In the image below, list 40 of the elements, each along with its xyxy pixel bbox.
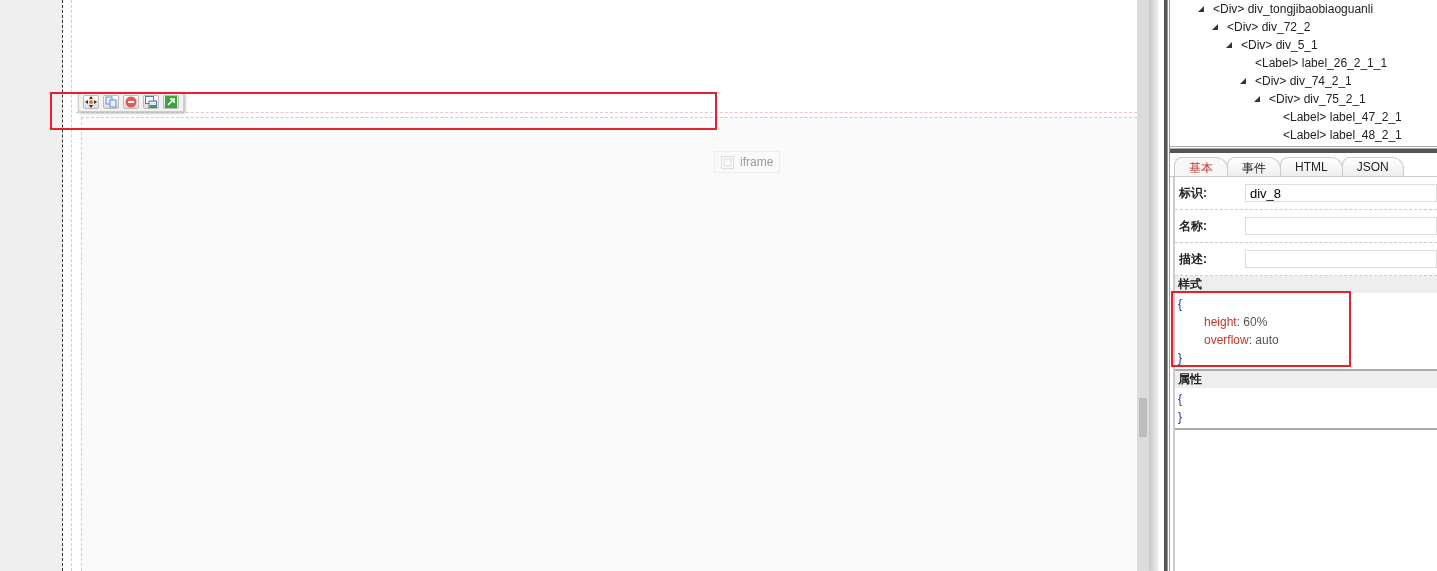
expand-icon[interactable] bbox=[1240, 78, 1246, 84]
code-brace: } bbox=[1178, 409, 1182, 426]
tab[interactable]: JSON bbox=[1341, 157, 1404, 176]
field-label: 标识: bbox=[1178, 184, 1208, 202]
code-brace: { bbox=[1178, 296, 1182, 313]
tree-node[interactable]: <Div> div_75_2_1 bbox=[1269, 92, 1366, 106]
section-header: 样式 bbox=[1175, 276, 1437, 293]
splitter[interactable] bbox=[1149, 0, 1167, 571]
tree-node[interactable]: <Label> label_26_2_1_1 bbox=[1255, 56, 1388, 70]
tree-node[interactable]: <Div> div_5_1 bbox=[1241, 38, 1318, 52]
tree-node[interactable]: <Div> div_tongjibaobiaoguanli bbox=[1213, 2, 1374, 16]
delete-button[interactable] bbox=[123, 95, 139, 109]
text-field[interactable] bbox=[1245, 217, 1437, 235]
tree-node[interactable]: <Div> div_72_2 bbox=[1227, 20, 1311, 34]
expand-icon[interactable] bbox=[1198, 6, 1204, 12]
tab[interactable]: 事件 bbox=[1227, 157, 1281, 176]
export-button[interactable] bbox=[163, 95, 179, 109]
tab[interactable]: HTML bbox=[1280, 157, 1343, 176]
tree-node[interactable]: <Label> label_47_2_1 bbox=[1283, 110, 1402, 124]
scrollbar[interactable] bbox=[1137, 0, 1149, 571]
move-button[interactable] bbox=[83, 95, 99, 109]
style-entry: overflow: auto bbox=[1203, 332, 1279, 349]
expand-icon[interactable] bbox=[1254, 96, 1260, 102]
expand-icon[interactable] bbox=[1226, 42, 1232, 48]
code-brace: { bbox=[1178, 391, 1182, 408]
code-brace: } bbox=[1178, 350, 1182, 367]
field-label: 名称: bbox=[1178, 217, 1208, 235]
text-field[interactable] bbox=[1245, 250, 1437, 268]
expand-icon[interactable] bbox=[1212, 24, 1218, 30]
iframe-label: iframe bbox=[740, 155, 774, 169]
tab[interactable]: 基本 bbox=[1174, 157, 1228, 176]
style-entry: height: 60% bbox=[1203, 314, 1268, 331]
field-label: 描述: bbox=[1178, 250, 1208, 268]
scrollbar-thumb[interactable] bbox=[1139, 398, 1147, 437]
text-field[interactable]: div_8 bbox=[1245, 184, 1437, 202]
frame-icon bbox=[721, 155, 734, 169]
section-header: 属性 bbox=[1175, 369, 1437, 388]
tree-node[interactable]: <Label> label_48_2_1 bbox=[1283, 128, 1402, 142]
window-button[interactable] bbox=[143, 95, 159, 109]
tree-node[interactable]: <Div> div_74_2_1 bbox=[1255, 74, 1352, 88]
